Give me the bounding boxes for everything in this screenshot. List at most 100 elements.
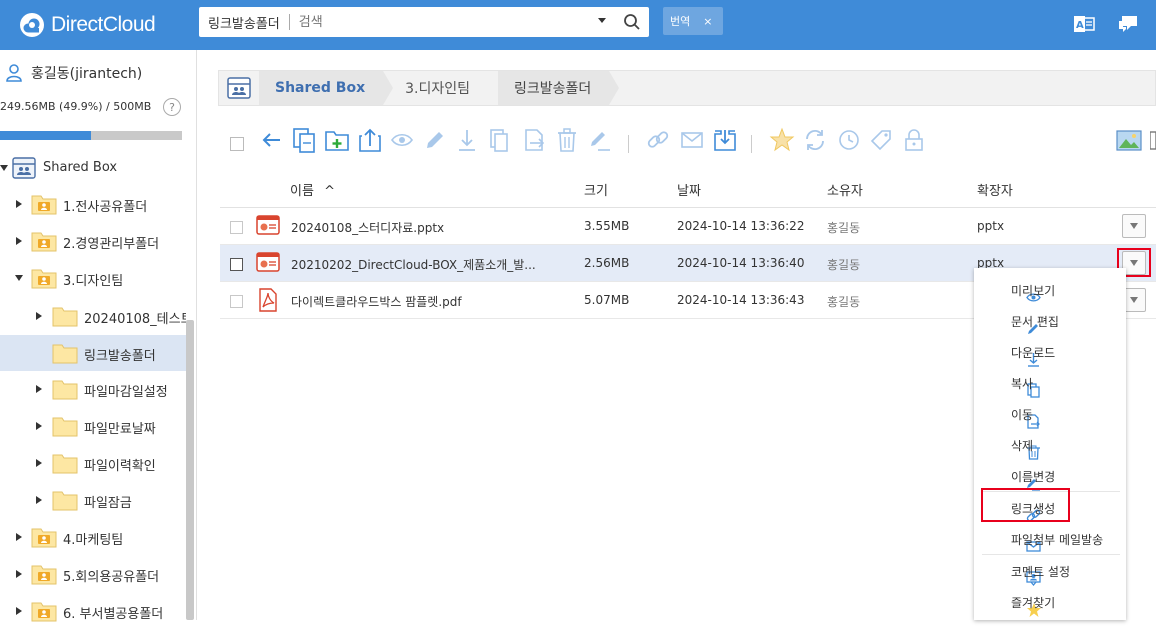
rename-icon[interactable]: [587, 126, 613, 154]
column-header-extension[interactable]: 확장자: [977, 180, 1013, 199]
menu-item[interactable]: 코멘트 설정: [974, 555, 1126, 586]
help-icon[interactable]: ?: [163, 98, 181, 116]
tree-item-label: 4.마케팅팀: [63, 533, 124, 548]
collapse-arrow-icon[interactable]: [15, 275, 23, 281]
translate-app-icon[interactable]: A: [1073, 13, 1095, 35]
menu-item-label: 다운로드: [1011, 346, 1056, 360]
row-checkbox[interactable]: [230, 295, 243, 308]
tree-item[interactable]: Shared Box: [0, 150, 186, 186]
mail-icon[interactable]: [679, 126, 705, 154]
logo[interactable]: DirectCloud: [18, 10, 156, 40]
sync-icon[interactable]: [802, 126, 828, 154]
breadcrumb-separator: [383, 71, 394, 105]
expand-arrow-icon[interactable]: [36, 459, 42, 467]
file-owner: 홍길동: [827, 258, 861, 272]
menu-item[interactable]: 문서 편집: [974, 305, 1126, 336]
row-checkbox[interactable]: [230, 258, 243, 271]
expand-arrow-icon[interactable]: [16, 237, 22, 245]
translate-chip[interactable]: 번역 ×: [663, 7, 723, 35]
tree-item[interactable]: 파일마감일설정: [0, 371, 186, 407]
expand-arrow-icon[interactable]: [36, 312, 42, 320]
file-size: 2.56MB: [584, 256, 630, 270]
favorite-star-icon[interactable]: [768, 126, 796, 154]
expand-arrow-icon[interactable]: [36, 422, 42, 430]
sort-ascending-icon: ^: [324, 184, 335, 199]
upload-file-icon[interactable]: [291, 126, 317, 154]
file-name[interactable]: 20240108_스터디자료.pptx: [291, 219, 444, 236]
search-scope-dropdown-icon[interactable]: [598, 18, 606, 23]
lock-icon[interactable]: [902, 126, 926, 154]
tree-item[interactable]: 20240108_테스트: [0, 298, 186, 334]
search-box[interactable]: 링크발송폴더: [199, 7, 649, 37]
copy-icon[interactable]: [487, 126, 511, 154]
file-name[interactable]: 20210202_DirectCloud-BOX_제품소개_발...: [291, 256, 536, 273]
menu-item[interactable]: 다운로드: [974, 336, 1126, 367]
new-folder-icon[interactable]: [323, 126, 351, 154]
column-header-size[interactable]: 크기: [584, 180, 608, 199]
thumbnail-view-icon[interactable]: [1116, 126, 1142, 154]
expand-arrow-icon[interactable]: [36, 496, 42, 504]
trash-icon[interactable]: [555, 126, 579, 154]
download-icon[interactable]: [455, 126, 479, 154]
search-icon[interactable]: [623, 13, 641, 31]
expand-arrow-icon[interactable]: [36, 385, 42, 393]
file-date: 2024-10-14 13:36:22: [677, 219, 805, 233]
toolbar-separator: [628, 135, 629, 153]
expand-arrow-icon[interactable]: [16, 607, 22, 615]
link-icon[interactable]: [645, 126, 671, 154]
column-header-owner[interactable]: 소유자: [827, 180, 863, 199]
column-header-name[interactable]: 이름 ^: [290, 180, 335, 199]
pptx-file-icon: [256, 251, 280, 276]
row-checkbox[interactable]: [230, 221, 243, 234]
expand-arrow-icon[interactable]: [16, 200, 22, 208]
clock-icon[interactable]: [836, 126, 862, 154]
breadcrumb-item-design[interactable]: 3.디자인팀: [393, 71, 489, 105]
breadcrumb-item-shared-box[interactable]: Shared Box: [259, 71, 384, 105]
search-scope[interactable]: 링크발송폴더: [199, 13, 280, 32]
move-icon[interactable]: [521, 126, 547, 154]
translate-close-icon[interactable]: ×: [703, 15, 712, 28]
preview-eye-icon[interactable]: [390, 126, 414, 154]
chat-icon[interactable]: [1117, 13, 1139, 35]
search-input[interactable]: [298, 14, 569, 30]
tree-item[interactable]: 4.마케팅팀: [0, 519, 186, 555]
tree-scrollbar[interactable]: [186, 320, 194, 620]
collapse-arrow-icon[interactable]: [0, 165, 8, 171]
file-name[interactable]: 다이렉트클라우드박스 팜플렛.pdf: [291, 293, 462, 310]
menu-item[interactable]: 복사: [974, 367, 1126, 398]
tree-item[interactable]: 파일이력확인: [0, 445, 186, 481]
breadcrumb-home[interactable]: [219, 71, 259, 105]
back-arrow-icon[interactable]: [260, 126, 284, 154]
expand-arrow-icon[interactable]: [16, 570, 22, 578]
folder-icon: [52, 342, 78, 368]
tree-item[interactable]: 2.경영관리부폴더: [0, 223, 186, 259]
expand-arrow-icon[interactable]: [16, 533, 22, 541]
upload-icon[interactable]: [357, 126, 383, 154]
list-view-icon[interactable]: [1150, 126, 1156, 154]
menu-item[interactable]: 미리보기: [974, 274, 1126, 305]
search-divider: [288, 14, 290, 30]
select-all-checkbox[interactable]: [230, 137, 244, 151]
column-header-date[interactable]: 날짜: [677, 180, 701, 199]
menu-item-label: 이름변경: [1011, 470, 1056, 484]
user-info[interactable]: 홍길동(jirantech): [6, 63, 142, 83]
tree-item[interactable]: 파일만료날짜: [0, 408, 186, 444]
menu-item[interactable]: 파일첨부 메일발송: [974, 523, 1126, 554]
tag-icon[interactable]: [868, 126, 894, 154]
tree-item[interactable]: 5.회의용공유폴더: [0, 556, 186, 592]
tree-item[interactable]: 링크발송폴더: [0, 335, 186, 371]
tree-item[interactable]: 6. 부서별공용폴더: [0, 593, 186, 629]
menu-item[interactable]: 이동: [974, 398, 1126, 429]
menu-item[interactable]: 이름변경: [974, 460, 1126, 491]
tree-item[interactable]: 1.전사공유폴더: [0, 186, 186, 222]
save-to-folder-icon[interactable]: [712, 126, 738, 154]
menu-item[interactable]: 삭제: [974, 429, 1126, 460]
tree-item[interactable]: 파일잠금: [0, 482, 186, 518]
menu-item[interactable]: 즐겨찾기: [974, 586, 1126, 617]
breadcrumb-item-current[interactable]: 링크발송폴더: [498, 71, 610, 105]
edit-pencil-icon[interactable]: [422, 126, 446, 154]
tree-item[interactable]: 3.디자인팀: [0, 260, 186, 296]
table-row[interactable]: 20240108_스터디자료.pptx 3.55MB 2024-10-14 13…: [220, 208, 1156, 245]
row-dropdown-button[interactable]: [1122, 214, 1146, 238]
folder-icon: [31, 600, 57, 626]
